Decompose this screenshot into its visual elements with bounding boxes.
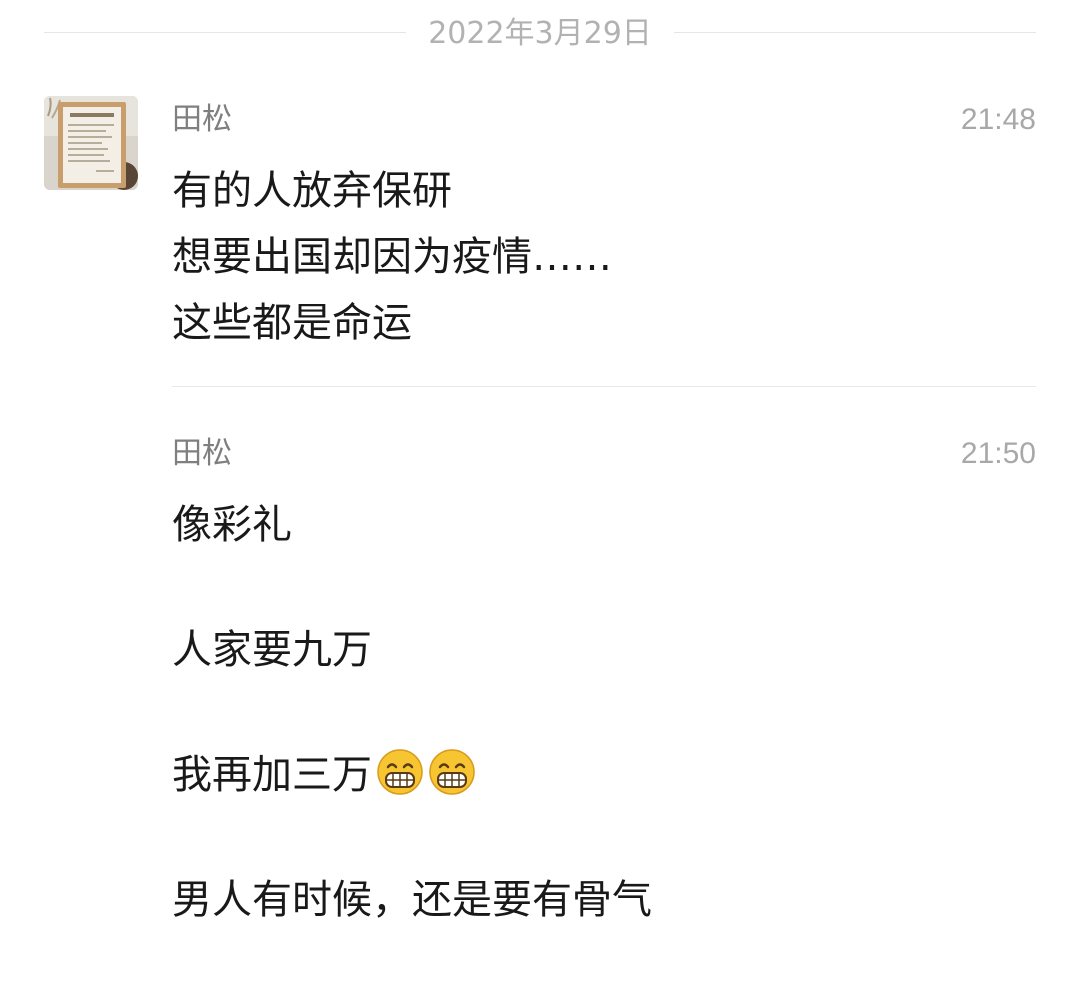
message-line: 这些都是命运	[172, 300, 412, 346]
message-body: 有的人放弃保研 想要出国却因为疫情…… 这些都是命运	[172, 158, 612, 356]
message-line: 我再加三万	[172, 752, 372, 798]
message-time: 21:48	[960, 103, 1036, 136]
message-line-with-emoji: 我再加三万	[172, 742, 652, 867]
sender-name: 田松	[172, 436, 232, 471]
message-line: 像彩礼	[172, 502, 292, 548]
grinning-face-icon	[429, 749, 475, 795]
grinning-face-icon	[377, 749, 423, 795]
message-line: 有的人放弃保研	[172, 168, 452, 214]
message-time: 21:50	[960, 437, 1036, 470]
message-2[interactable]: 田松 21:50 像彩礼 人家要九万 我再加三万 男人有时候，还是要有骨气	[172, 434, 1036, 954]
avatar[interactable]	[44, 96, 138, 190]
message-line: 人家要九万	[172, 627, 372, 673]
message-line: 男人有时候，还是要有骨气	[172, 877, 652, 923]
sender-name: 田松	[172, 102, 232, 137]
divider-line-right	[674, 32, 1036, 33]
date-label: 2022年3月29日	[428, 16, 652, 51]
date-divider: 2022年3月29日	[44, 0, 1036, 70]
framed-picture-avatar-icon	[44, 96, 138, 190]
message-separator	[172, 386, 1036, 387]
message-body: 像彩礼 人家要九万 我再加三万 男人有时候，还是要有骨气	[172, 492, 652, 992]
message-1[interactable]: 田松 21:48 有的人放弃保研 想要出国却因为疫情…… 这些都是命运	[172, 100, 1036, 350]
message-line: 想要出国却因为疫情……	[172, 234, 612, 280]
